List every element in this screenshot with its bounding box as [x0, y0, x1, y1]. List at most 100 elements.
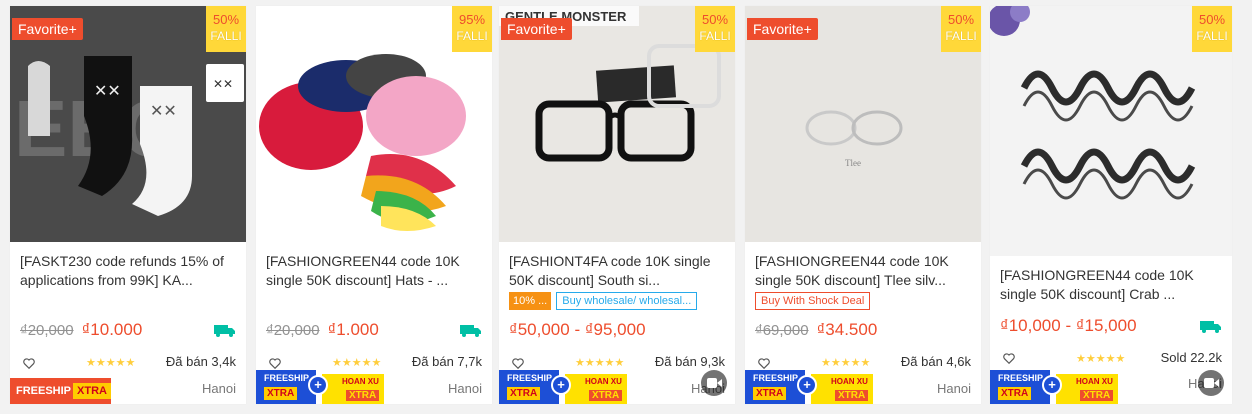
freeship-label: FREESHIP [264, 373, 310, 383]
hoan-xu-tag: HOAN XU XTRA [811, 374, 873, 404]
promo-tags: 10% ... Buy wholesale/ wholesal... [509, 292, 698, 310]
shock-deal-tag: Buy With Shock Deal [755, 292, 871, 310]
freeship-tag: FREESHIP XTRA [499, 370, 559, 404]
freeship-label: FREESHIP [16, 385, 72, 397]
location: Hanoi [937, 381, 971, 396]
original-price: ₫69,000 [755, 322, 809, 339]
freeship-hoanxu-banner: FREESHIP XTRA + HOAN XU XTRA [990, 370, 1118, 404]
free-shipping-truck-icon [214, 325, 235, 337]
heart-icon[interactable] [511, 356, 525, 370]
plus-icon: + [797, 375, 817, 395]
freeship-xtra-banner: FREESHIP XTRA [10, 378, 111, 404]
product-grid-row: EEO ✕✕ ✕✕ ✕✕ Favorite+ 50% FALLI FREESHI… [0, 0, 1252, 414]
hoan-xu-tag: HOAN XU XTRA [322, 374, 384, 404]
current-price: ₫10,000 - ₫15,000 [1000, 316, 1137, 335]
current-price: ₫10.000 [81, 320, 143, 339]
free-shipping-truck-icon [460, 325, 481, 337]
hoan-xu-label: HOAN XU [342, 377, 379, 386]
price-block: ₫69,000 ₫34.500 [755, 320, 877, 340]
original-price: ₫20,000 [266, 322, 320, 339]
favorite-plus-badge: Favorite+ [12, 18, 83, 40]
sold-count: Đã bán 9,3k [654, 354, 725, 369]
favorite-plus-badge: Favorite+ [501, 18, 572, 40]
rating-stars: ★★★★★ [1076, 353, 1126, 365]
svg-text:✕✕: ✕✕ [150, 103, 177, 120]
discount-badge: 50% FALLI [206, 6, 246, 52]
product-title[interactable]: [FASKT230 code refunds 15% of applicatio… [20, 252, 234, 290]
hoan-xu-label: HOAN XU [831, 377, 868, 386]
wholesale-tag: Buy wholesale/ wholesal... [556, 292, 698, 310]
price-block: ₫50,000 - ₫95,000 [509, 320, 646, 340]
discount-label: FALLI [945, 29, 977, 43]
hoan-xu-label: HOAN XU [1076, 377, 1113, 386]
xtra-label: XTRA [264, 387, 298, 400]
discount-label: FALLI [699, 29, 731, 43]
xtra-label: XTRA [589, 390, 623, 401]
discount-label: FALLI [1196, 29, 1228, 43]
freeship-tag: FREESHIP XTRA [745, 370, 805, 404]
xtra-label: XTRA [835, 390, 869, 401]
heart-icon[interactable] [757, 356, 771, 370]
price-block: ₫10,000 - ₫15,000 [1000, 316, 1137, 336]
rating-stars: ★★★★★ [575, 357, 625, 369]
original-price: ₫20,000 [20, 322, 74, 339]
heart-icon[interactable] [1002, 351, 1016, 365]
product-title[interactable]: [FASHIONGREEN44 code 10K single 50K disc… [266, 252, 480, 290]
current-price: ₫34.500 [816, 320, 878, 339]
freeship-tag: FREESHIP XTRA [990, 370, 1050, 404]
price-block: ₫20,000 ₫1.000 [266, 320, 379, 340]
location: Hanoi [202, 381, 236, 396]
product-title[interactable]: [FASHIONT4FA code 10K single 50K discoun… [509, 252, 723, 290]
xtra-label: XTRA [998, 387, 1032, 400]
heart-icon[interactable] [22, 356, 36, 370]
freeship-label: FREESHIP [507, 373, 553, 383]
product-card[interactable]: GENTLE MONSTER Favorite+ 50% FALLI FREES… [499, 6, 735, 404]
freeship-tag: FREESHIP XTRA [256, 370, 316, 404]
discount-badge: 50% FALLI [695, 6, 735, 52]
product-title[interactable]: [FASHIONGREEN44 code 10K single 50K disc… [755, 252, 969, 290]
hoan-xu-tag: HOAN XU XTRA [1056, 374, 1118, 404]
discount-tag: 10% ... [509, 292, 552, 310]
sold-count: Sold 22.2k [1160, 350, 1222, 365]
hoan-xu-label: HOAN XU [585, 377, 622, 386]
discount-badge: 50% FALLI [1192, 6, 1232, 52]
discount-percent: 50% [701, 12, 729, 27]
rating-stars: ★★★★★ [86, 357, 136, 369]
product-card[interactable]: 50% FALLI FREESHIP XTRA + HOAN XU XTRA [… [990, 6, 1232, 404]
xtra-label: XTRA [346, 390, 380, 401]
freeship-hoanxu-banner: FREESHIP XTRA + HOAN XU XTRA [745, 370, 873, 404]
freeship-hoanxu-banner: FREESHIP XTRA + HOAN XU XTRA [256, 370, 384, 404]
product-card[interactable]: Tlee Favorite+ 50% FALLI FREESHIP XTRA +… [745, 6, 981, 404]
product-card[interactable]: 95% FALLI FREESHIP XTRA + HOAN XU XTRA [… [256, 6, 492, 404]
xtra-label: XTRA [73, 383, 111, 399]
xtra-label: XTRA [1080, 390, 1114, 401]
freeship-label: FREESHIP [753, 373, 799, 383]
discount-badge: 95% FALLI [452, 6, 492, 52]
video-icon[interactable] [701, 370, 727, 396]
freeship-hoanxu-banner: FREESHIP XTRA + HOAN XU XTRA [499, 370, 627, 404]
plus-icon: + [1042, 375, 1062, 395]
discount-badge: 50% FALLI [941, 6, 981, 52]
svg-text:Tlee: Tlee [845, 158, 861, 168]
location: Hanoi [448, 381, 482, 396]
current-price: ₫1.000 [327, 320, 379, 339]
rating-stars: ★★★★★ [332, 357, 382, 369]
heart-icon[interactable] [268, 356, 282, 370]
discount-percent: 95% [458, 12, 486, 27]
hoan-xu-tag: HOAN XU XTRA [565, 374, 627, 404]
favorite-plus-badge: Favorite+ [747, 18, 818, 40]
video-icon[interactable] [1198, 370, 1224, 396]
product-card[interactable]: EEO ✕✕ ✕✕ ✕✕ Favorite+ 50% FALLI FREESHI… [10, 6, 246, 404]
promo-tags: Buy With Shock Deal [755, 292, 871, 310]
discount-label: FALLI [456, 29, 488, 43]
svg-text:✕✕: ✕✕ [213, 77, 233, 91]
rating-stars: ★★★★★ [821, 357, 871, 369]
free-shipping-truck-icon [1200, 321, 1221, 333]
discount-label: FALLI [210, 29, 242, 43]
product-title[interactable]: [FASHIONGREEN44 code 10K single 50K disc… [1000, 266, 1222, 304]
freeship-label: FREESHIP [998, 373, 1044, 383]
plus-icon: + [308, 375, 328, 395]
sold-count: Đã bán 7,7k [411, 354, 482, 369]
discount-percent: 50% [1198, 12, 1226, 27]
price-block: ₫20,000 ₫10.000 [20, 320, 142, 340]
